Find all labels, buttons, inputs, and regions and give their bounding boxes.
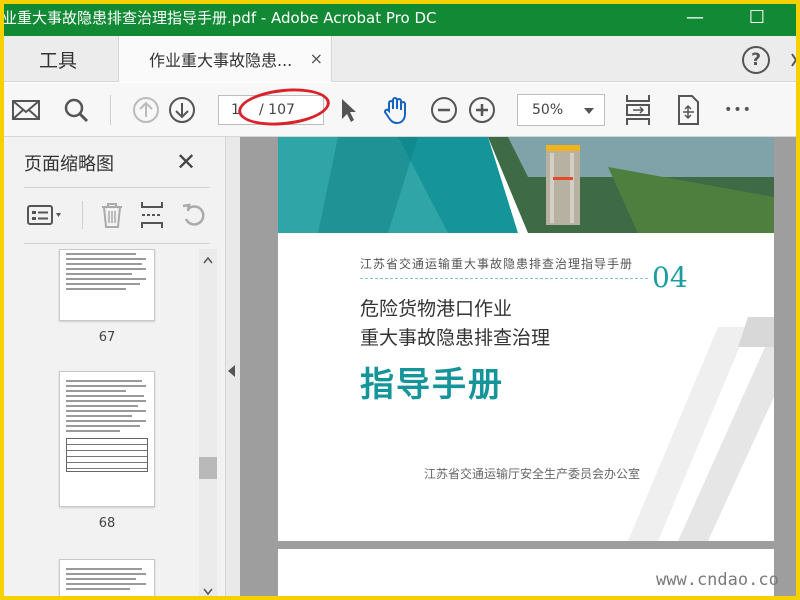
tab-document-label: 作业重大事故隐患... bbox=[149, 51, 293, 70]
document-subtitle-1: 危险货物港口作业 bbox=[360, 298, 513, 320]
thumbnail-page-67[interactable] bbox=[59, 249, 155, 321]
zoom-value: 50% bbox=[532, 102, 564, 118]
thumbnail-label: 67 bbox=[98, 330, 116, 345]
chevron-left-icon bbox=[228, 365, 235, 377]
zoom-select[interactable]: 50% bbox=[517, 94, 605, 126]
panel-title: 页面缩略图 bbox=[24, 154, 114, 175]
scroll-up-icon[interactable] bbox=[203, 253, 213, 267]
document-title: 指导手册 bbox=[360, 365, 504, 405]
fit-page-icon[interactable] bbox=[622, 94, 654, 126]
close-panel-icon[interactable]: ✕ bbox=[176, 148, 196, 176]
document-subtitle-2: 重大事故隐患排查治理 bbox=[360, 327, 551, 349]
toolbar: 1 / 107 50% ••• bbox=[0, 83, 800, 137]
help-icon[interactable]: ? bbox=[742, 46, 770, 74]
watermark-text: www.cndao.co bbox=[656, 570, 779, 590]
zoom-in-icon[interactable] bbox=[466, 94, 498, 126]
thumbnail-list: 67 68 bbox=[0, 249, 200, 600]
document-issuer: 江苏省交通运输厅安全生产委员会办公室 bbox=[424, 467, 641, 481]
prev-page-icon[interactable] bbox=[130, 94, 162, 126]
thumbnails-panel: 页面缩略图 ✕ 67 68 bbox=[0, 137, 226, 600]
scroll-down-icon[interactable] bbox=[203, 585, 213, 599]
chapter-number: 04 bbox=[652, 261, 688, 294]
pdf-page: 江苏省交通运输重大事故隐患排查治理指导手册 04 危险货物港口作业 重大事故隐患… bbox=[278, 137, 774, 541]
maximize-button[interactable]: ☐ bbox=[742, 4, 772, 30]
tab-document[interactable]: 作业重大事故隐患... × bbox=[118, 36, 332, 82]
tab-bar: 工具 作业重大事故隐患... × bbox=[0, 36, 800, 82]
rotate-icon[interactable] bbox=[178, 199, 210, 231]
thumbnail-page-68[interactable] bbox=[59, 371, 155, 507]
select-cursor-icon[interactable] bbox=[332, 94, 364, 126]
collapse-panel-handle[interactable] bbox=[226, 137, 240, 600]
more-icon[interactable]: ••• bbox=[722, 94, 754, 126]
rotate-view-icon[interactable] bbox=[672, 94, 704, 126]
hand-tool-icon[interactable] bbox=[380, 94, 412, 126]
document-header: 江苏省交通运输重大事故隐患排查治理指导手册 bbox=[360, 257, 634, 271]
search-icon[interactable] bbox=[60, 94, 92, 126]
thumbnail-label: 68 bbox=[98, 516, 116, 531]
tab-overflow-icon[interactable] bbox=[790, 48, 800, 72]
thumbnail-options-icon[interactable] bbox=[24, 199, 68, 231]
zoom-out-icon[interactable] bbox=[428, 94, 460, 126]
fit-page-icon[interactable] bbox=[136, 199, 168, 231]
minimize-button[interactable]: — bbox=[680, 4, 710, 30]
tab-tools[interactable]: 工具 bbox=[6, 36, 110, 82]
mail-icon[interactable] bbox=[10, 94, 42, 126]
thumbnail-scrollbar[interactable] bbox=[199, 249, 217, 600]
scrollbar-thumb[interactable] bbox=[199, 457, 217, 479]
chevron-down-icon bbox=[584, 108, 594, 114]
title-bar: 业重大事故隐患排查治理指导手册.pdf - Adobe Acrobat Pro … bbox=[0, 0, 800, 36]
close-tab-icon[interactable]: × bbox=[310, 49, 323, 68]
window-title: 业重大事故隐患排查治理指导手册.pdf - Adobe Acrobat Pro … bbox=[2, 9, 437, 27]
next-page-icon[interactable] bbox=[166, 94, 198, 126]
delete-page-icon[interactable] bbox=[96, 199, 128, 231]
document-view[interactable]: 江苏省交通运输重大事故隐患排查治理指导手册 04 危险货物港口作业 重大事故隐患… bbox=[240, 137, 800, 600]
thumbnail-page-69[interactable] bbox=[59, 559, 155, 600]
header-divider bbox=[360, 278, 648, 279]
